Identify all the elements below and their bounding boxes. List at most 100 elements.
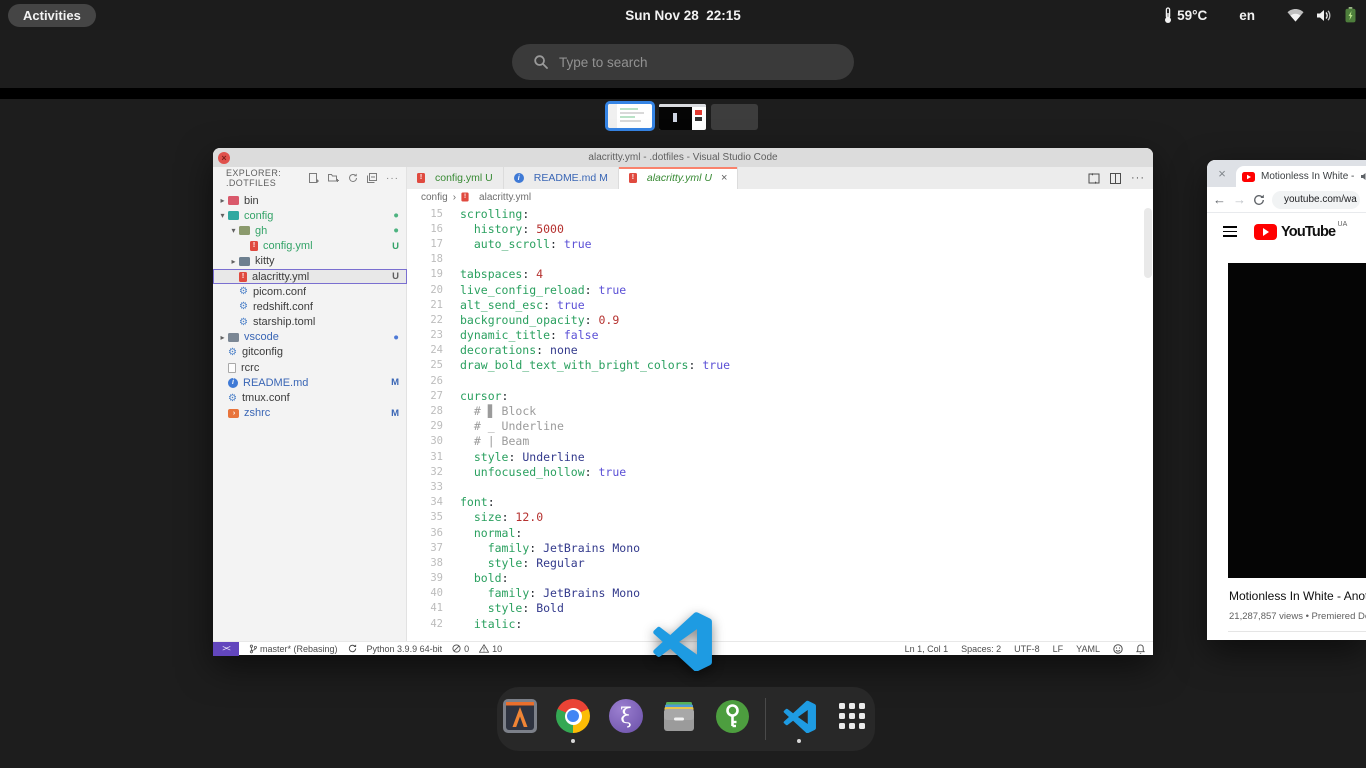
code-line[interactable]: 30 # | Beam — [407, 434, 1153, 449]
collapse-all-icon[interactable] — [367, 173, 377, 183]
reload-button[interactable] — [1253, 194, 1265, 206]
video-player[interactable] — [1228, 263, 1366, 578]
code-line[interactable]: 37 family: JetBrains Mono — [407, 540, 1153, 555]
code-line[interactable]: 26 — [407, 373, 1153, 388]
explorer-item-vscode[interactable]: ▸vscode● — [213, 330, 407, 345]
status-item-utf-8[interactable]: UTF-8 — [1014, 644, 1040, 654]
explorer-item-kitty[interactable]: ▸kitty — [213, 254, 407, 269]
explorer-item-readme-md[interactable]: iREADME.mdM — [213, 375, 407, 390]
code-line[interactable]: 42 italic: — [407, 616, 1153, 631]
status-item-spaces-2[interactable]: Spaces: 2 — [961, 644, 1001, 654]
explorer-item-picom-conf[interactable]: ⚙picom.conf — [213, 284, 407, 299]
editor-tab-config-yml[interactable]: !config.yml U — [407, 167, 504, 189]
code-line[interactable]: 24decorations: none — [407, 343, 1153, 358]
dock-item-emacs[interactable]: ξ — [606, 693, 646, 745]
close-tab-icon[interactable]: × — [721, 172, 727, 184]
code-line[interactable]: 27cursor: — [407, 388, 1153, 403]
breadcrumb[interactable]: config › ! alacritty.yml — [407, 189, 1153, 205]
code-line[interactable]: 36 normal: — [407, 525, 1153, 540]
explorer-item-alacritty-yml[interactable]: !alacritty.ymlU — [213, 269, 407, 284]
workspace-thumbnail-video[interactable] — [659, 104, 706, 130]
keyboard-layout-indicator[interactable]: en — [1239, 8, 1255, 23]
code-line[interactable]: 40 family: JetBrains Mono — [407, 586, 1153, 601]
explorer-item-gh[interactable]: ▾gh● — [213, 223, 407, 238]
refresh-icon[interactable] — [348, 173, 358, 183]
code-line[interactable]: 19tabspaces: 4 — [407, 267, 1153, 282]
code-line[interactable]: 20live_config_reload: true — [407, 282, 1153, 297]
system-status-area[interactable]: 59°C en — [1163, 0, 1356, 30]
code-line[interactable]: 38 style: Regular — [407, 555, 1153, 570]
code-line[interactable]: 34font: — [407, 495, 1153, 510]
explorer-item-bin[interactable]: ▸bin — [213, 193, 407, 208]
status-item-sync-icon[interactable] — [348, 644, 357, 653]
code-editor[interactable]: 15scrolling:16 history: 500017 auto_scro… — [407, 206, 1153, 641]
editor-tab-alacritty-yml[interactable]: !alacritty.yml U× — [619, 167, 739, 189]
more-editor-actions-icon[interactable]: ··· — [1131, 172, 1145, 184]
explorer-item-config[interactable]: ▾config● — [213, 208, 407, 223]
forward-button[interactable]: → — [1233, 192, 1246, 207]
status-item-lf[interactable]: LF — [1053, 644, 1064, 654]
chrome-close-button[interactable]: × — [1215, 167, 1229, 181]
explorer-item-starship-toml[interactable]: ⚙starship.toml — [213, 315, 407, 330]
status-item-yaml[interactable]: YAML — [1076, 644, 1100, 654]
code-line[interactable]: 25draw_bold_text_with_bright_colors: tru… — [407, 358, 1153, 373]
status-item-ln-1-col-1[interactable]: Ln 1, Col 1 — [905, 644, 949, 654]
code-line[interactable]: 23dynamic_title: false — [407, 328, 1153, 343]
code-line[interactable]: 15scrolling: — [407, 206, 1153, 221]
status-item-master-rebasing[interactable]: master* (Rebasing) — [249, 644, 338, 654]
workspace-thumbnail-empty[interactable] — [711, 104, 758, 130]
split-editor-icon[interactable] — [1110, 173, 1121, 184]
clock[interactable]: Sun Nov 28 22:15 — [0, 0, 1366, 30]
code-line[interactable]: 39 bold: — [407, 571, 1153, 586]
dock-item-vscode[interactable] — [779, 693, 819, 745]
breadcrumb-file[interactable]: alacritty.yml — [479, 192, 531, 203]
temperature-indicator[interactable]: 59°C — [1163, 7, 1207, 24]
vscode-app-badge-icon[interactable] — [652, 610, 712, 672]
dock-item-alacritty[interactable] — [500, 693, 540, 745]
status-icons[interactable] — [1287, 7, 1356, 23]
status-item-10[interactable]: 10 — [479, 644, 502, 654]
vscode-titlebar[interactable]: × alacritty.yml - .dotfiles - Visual Stu… — [213, 148, 1153, 167]
code-line[interactable]: 21alt_send_esc: true — [407, 297, 1153, 312]
more-actions-icon[interactable]: ··· — [386, 173, 399, 184]
dock-item-chrome[interactable] — [553, 693, 593, 745]
code-line[interactable]: 35 size: 12.0 — [407, 510, 1153, 525]
explorer-item-rcrc[interactable]: rcrc — [213, 360, 407, 375]
explorer-item-redshift-conf[interactable]: ⚙redshift.conf — [213, 299, 407, 314]
workspace-thumbnail-active[interactable] — [605, 101, 655, 131]
address-bar[interactable]: youtube.com/wa — [1272, 191, 1360, 209]
remote-indicator[interactable]: >< — [213, 642, 239, 656]
code-line[interactable]: 33 — [407, 479, 1153, 494]
breadcrumb-folder[interactable]: config — [421, 192, 448, 203]
code-line[interactable]: 18 — [407, 252, 1153, 267]
status-item-bell-icon[interactable] — [1136, 644, 1145, 654]
editor-scrollbar[interactable] — [1144, 208, 1152, 278]
code-line[interactable]: 16 history: 5000 — [407, 221, 1153, 236]
explorer-item-gitconfig[interactable]: ⚙gitconfig — [213, 345, 407, 360]
open-changes-icon[interactable] — [1088, 173, 1100, 184]
code-line[interactable]: 31 style: Underline — [407, 449, 1153, 464]
search-input[interactable]: Type to search — [512, 44, 854, 80]
chrome-window[interactable]: × Motionless In White - / ← → youtube.co… — [1207, 160, 1366, 640]
code-line[interactable]: 29 # _ Underline — [407, 419, 1153, 434]
dock-item-app-grid[interactable] — [832, 693, 872, 745]
code-line[interactable]: 17 auto_scroll: true — [407, 236, 1153, 251]
vscode-window[interactable]: × alacritty.yml - .dotfiles - Visual Stu… — [213, 148, 1153, 655]
code-line[interactable]: 41 style: Bold — [407, 601, 1153, 616]
status-item-feedback-icon[interactable] — [1113, 644, 1123, 654]
dock-item-files[interactable] — [659, 693, 699, 745]
youtube-logo[interactable]: YouTube UA — [1254, 224, 1335, 240]
status-item-python-3-9-9-64-bit[interactable]: Python 3.9.9 64-bit — [367, 644, 443, 654]
dock-item-keepassxc[interactable] — [712, 693, 752, 745]
tab-audio-icon[interactable] — [1361, 172, 1366, 181]
new-folder-icon[interactable] — [328, 173, 339, 183]
status-item-0[interactable]: 0 — [452, 644, 469, 654]
new-file-icon[interactable] — [309, 173, 319, 184]
menu-icon[interactable] — [1223, 226, 1237, 237]
explorer-item-tmux-conf[interactable]: ⚙tmux.conf — [213, 390, 407, 405]
chrome-active-tab[interactable]: Motionless In White - / — [1236, 166, 1366, 187]
editor-tab-readme-md[interactable]: iREADME.md M — [504, 167, 619, 189]
code-line[interactable]: 28 # ▋ Block — [407, 403, 1153, 418]
explorer-item-zshrc[interactable]: ›zshrcM — [213, 406, 407, 421]
back-button[interactable]: ← — [1213, 192, 1226, 207]
